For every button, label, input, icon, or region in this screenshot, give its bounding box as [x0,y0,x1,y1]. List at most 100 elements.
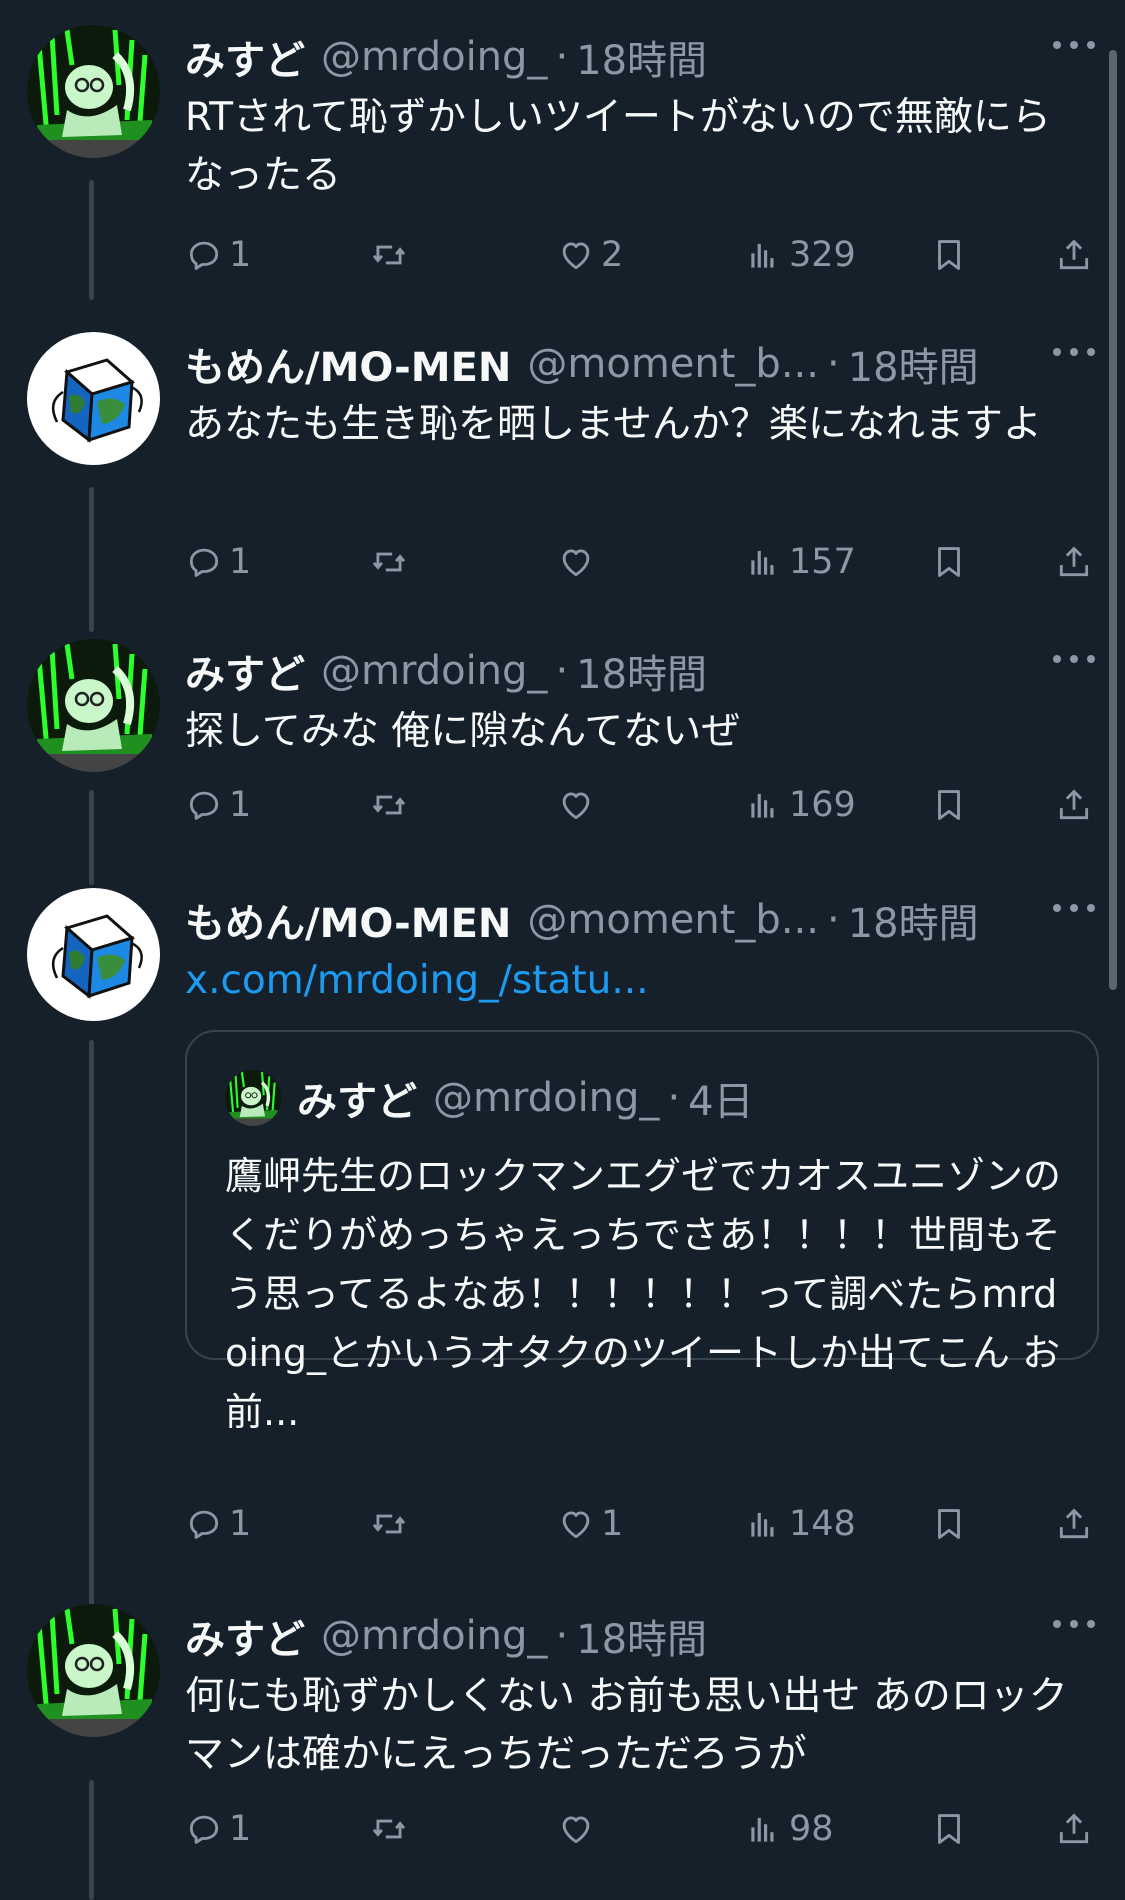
author-name[interactable]: みすど [185,642,305,700]
quote-avatar [225,1070,281,1126]
like-count: 1 [601,1504,624,1544]
reply-button[interactable]: 1 [185,1804,251,1854]
tweet[interactable]: みすど @mrdoing_ · 18時間 何にも恥ずかしくない お前も思い出せ … [0,1604,1125,1887]
tweet-link[interactable]: x.com/mrdoing_/statu... [185,952,1085,1010]
views-button[interactable]: 169 [745,780,856,830]
bookmark-icon [930,236,968,274]
avatar[interactable] [27,888,160,1021]
like-icon [557,236,595,274]
separator-dot: · [826,341,840,387]
views-button[interactable]: 157 [745,537,856,587]
bookmark-icon [930,1505,968,1543]
more-icon[interactable] [1053,902,1095,914]
share-icon [1055,1810,1093,1848]
quote-author-name: みすど [297,1079,417,1125]
timestamp[interactable]: 18時間 [848,891,979,949]
retweet-button[interactable] [370,1804,414,1854]
like-button[interactable] [557,1804,601,1854]
like-button[interactable]: 1 [557,1499,623,1549]
reply-button[interactable]: 1 [185,780,251,830]
tweet-text: 何にも恥ずかしくない お前も思い出せ あのロックマンは確かにえっちだっただろうが [185,1674,1068,1777]
more-icon[interactable] [1053,346,1095,358]
action-bar: 1 98 [185,1804,1105,1854]
quote-header: みすど @mrdoing_ · 4日 [225,1070,754,1126]
reply-button[interactable]: 1 [185,537,251,587]
views-button[interactable]: 98 [745,1804,834,1854]
avatar[interactable] [27,1604,160,1737]
reply-button[interactable]: 1 [185,230,251,280]
bookmark-button[interactable] [930,780,968,830]
author-handle[interactable]: @moment_b... [527,341,819,387]
like-icon [557,543,595,581]
reply-count: 1 [229,235,252,275]
views-count: 329 [789,235,856,275]
retweet-icon [370,543,408,581]
retweet-icon [370,236,408,274]
reply-button[interactable]: 1 [185,1499,251,1549]
share-icon [1055,543,1093,581]
retweet-button[interactable] [370,780,414,830]
views-icon [745,786,783,824]
views-count: 157 [789,542,856,582]
reply-count: 1 [229,1809,252,1849]
author-handle[interactable]: @moment_b... [527,897,819,943]
retweet-icon [370,786,408,824]
separator-dot: · [555,34,569,80]
author-name[interactable]: みすど [185,28,305,86]
views-icon [745,543,783,581]
timestamp[interactable]: 18時間 [848,335,979,393]
bookmark-button[interactable] [930,1499,968,1549]
views-count: 98 [789,1809,834,1849]
share-button[interactable] [1055,1804,1093,1854]
share-icon [1055,786,1093,824]
author-name[interactable]: みすど [185,1607,305,1665]
author-handle[interactable]: @mrdoing_ [321,34,547,80]
quote-author-handle: @mrdoing_ [433,1075,660,1121]
like-count: 2 [601,235,624,275]
tweet-header: もめん/MO-MEN @moment_b... · 18時間 [185,334,1105,394]
timestamp[interactable]: 18時間 [576,642,707,700]
author-name[interactable]: もめん/MO-MEN [185,891,511,949]
bookmark-button[interactable] [930,537,968,587]
views-button[interactable]: 329 [745,230,856,280]
like-button[interactable]: 2 [557,230,623,280]
quote-timestamp: 4日 [688,1079,754,1125]
share-button[interactable] [1055,1499,1093,1549]
tweet[interactable]: もめん/MO-MEN @moment_b... · 18時間 x.com/mrd… [0,888,1125,1588]
bookmark-button[interactable] [930,1804,968,1854]
author-handle[interactable]: @mrdoing_ [321,1613,547,1659]
like-button[interactable] [557,537,601,587]
retweet-button[interactable] [370,1499,414,1549]
more-icon[interactable] [1053,1618,1095,1630]
share-button[interactable] [1055,537,1093,587]
retweet-button[interactable] [370,230,414,280]
avatar[interactable] [27,639,160,772]
views-icon [745,1810,783,1848]
timestamp[interactable]: 18時間 [576,1607,707,1665]
more-icon[interactable] [1053,653,1095,665]
avatar[interactable] [27,332,160,465]
views-button[interactable]: 148 [745,1499,856,1549]
share-icon [1055,1505,1093,1543]
tweet[interactable]: みすど @mrdoing_ · 18時間 探してみな 俺に隙なんてないぜ 1 1… [0,639,1125,869]
like-button[interactable] [557,780,601,830]
views-icon [745,236,783,274]
tweet[interactable]: みすど @mrdoing_ · 18時間 RTされて恥ずかしいツイートがないので… [0,25,1125,310]
author-handle[interactable]: @mrdoing_ [321,648,547,694]
bookmark-button[interactable] [930,230,968,280]
retweet-button[interactable] [370,537,414,587]
tweet[interactable]: もめん/MO-MEN @moment_b... · 18時間 あなたも生き恥を晒… [0,332,1125,617]
quote-tweet[interactable]: みすど @mrdoing_ · 4日 鷹岬先生のロックマンエグゼでカオスユニゾン… [185,1030,1099,1434]
share-button[interactable] [1055,230,1093,280]
action-bar [185,1238,1105,1288]
share-button[interactable] [1055,780,1093,830]
like-icon [557,1505,595,1543]
more-icon[interactable] [1053,39,1095,51]
avatar[interactable] [27,25,160,158]
reply-count: 1 [229,785,252,825]
share-icon [1055,236,1093,274]
author-name[interactable]: もめん/MO-MEN [185,335,511,393]
tweet-header: もめん/MO-MEN @moment_b... · 18時間 [185,890,1105,950]
timestamp[interactable]: 18時間 [576,28,707,86]
action-bar: 1 169 [185,780,1105,830]
